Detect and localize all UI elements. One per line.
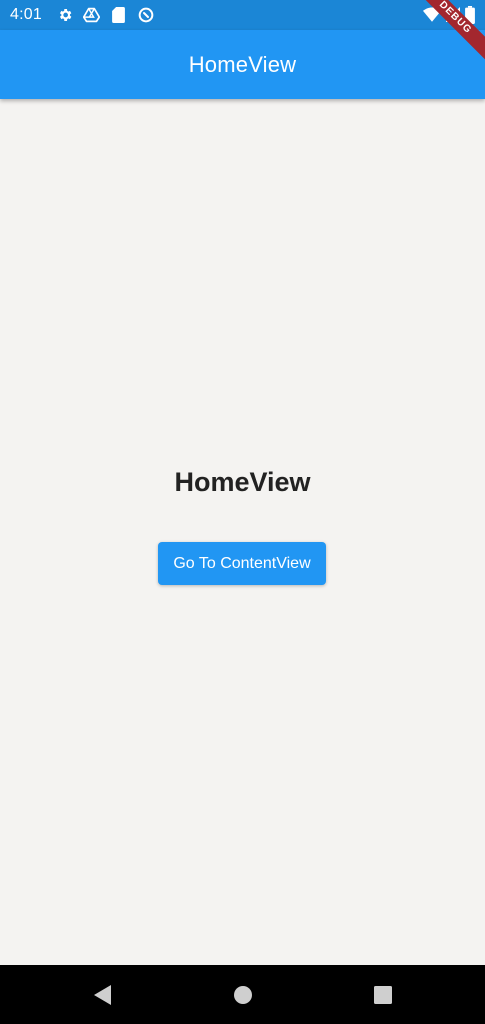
vpn-icon: [137, 6, 155, 24]
status-icons-left: [56, 6, 155, 24]
recents-icon[interactable]: [372, 984, 394, 1006]
main-content: HomeView Go To ContentView: [0, 99, 485, 965]
app-bar-title: HomeView: [188, 51, 297, 77]
home-icon[interactable]: [232, 984, 254, 1006]
gear-icon: [56, 6, 74, 24]
status-time: 4:01: [10, 6, 42, 23]
navigation-bar: [0, 965, 485, 1024]
sd-card-icon: [110, 6, 128, 24]
back-icon[interactable]: [92, 984, 114, 1006]
drive-icon: [83, 6, 101, 24]
status-bar: 4:01: [0, 0, 485, 30]
app-bar: HomeView: [0, 30, 485, 99]
go-to-contentview-button[interactable]: Go To ContentView: [158, 542, 326, 585]
page-heading: HomeView: [174, 467, 311, 497]
